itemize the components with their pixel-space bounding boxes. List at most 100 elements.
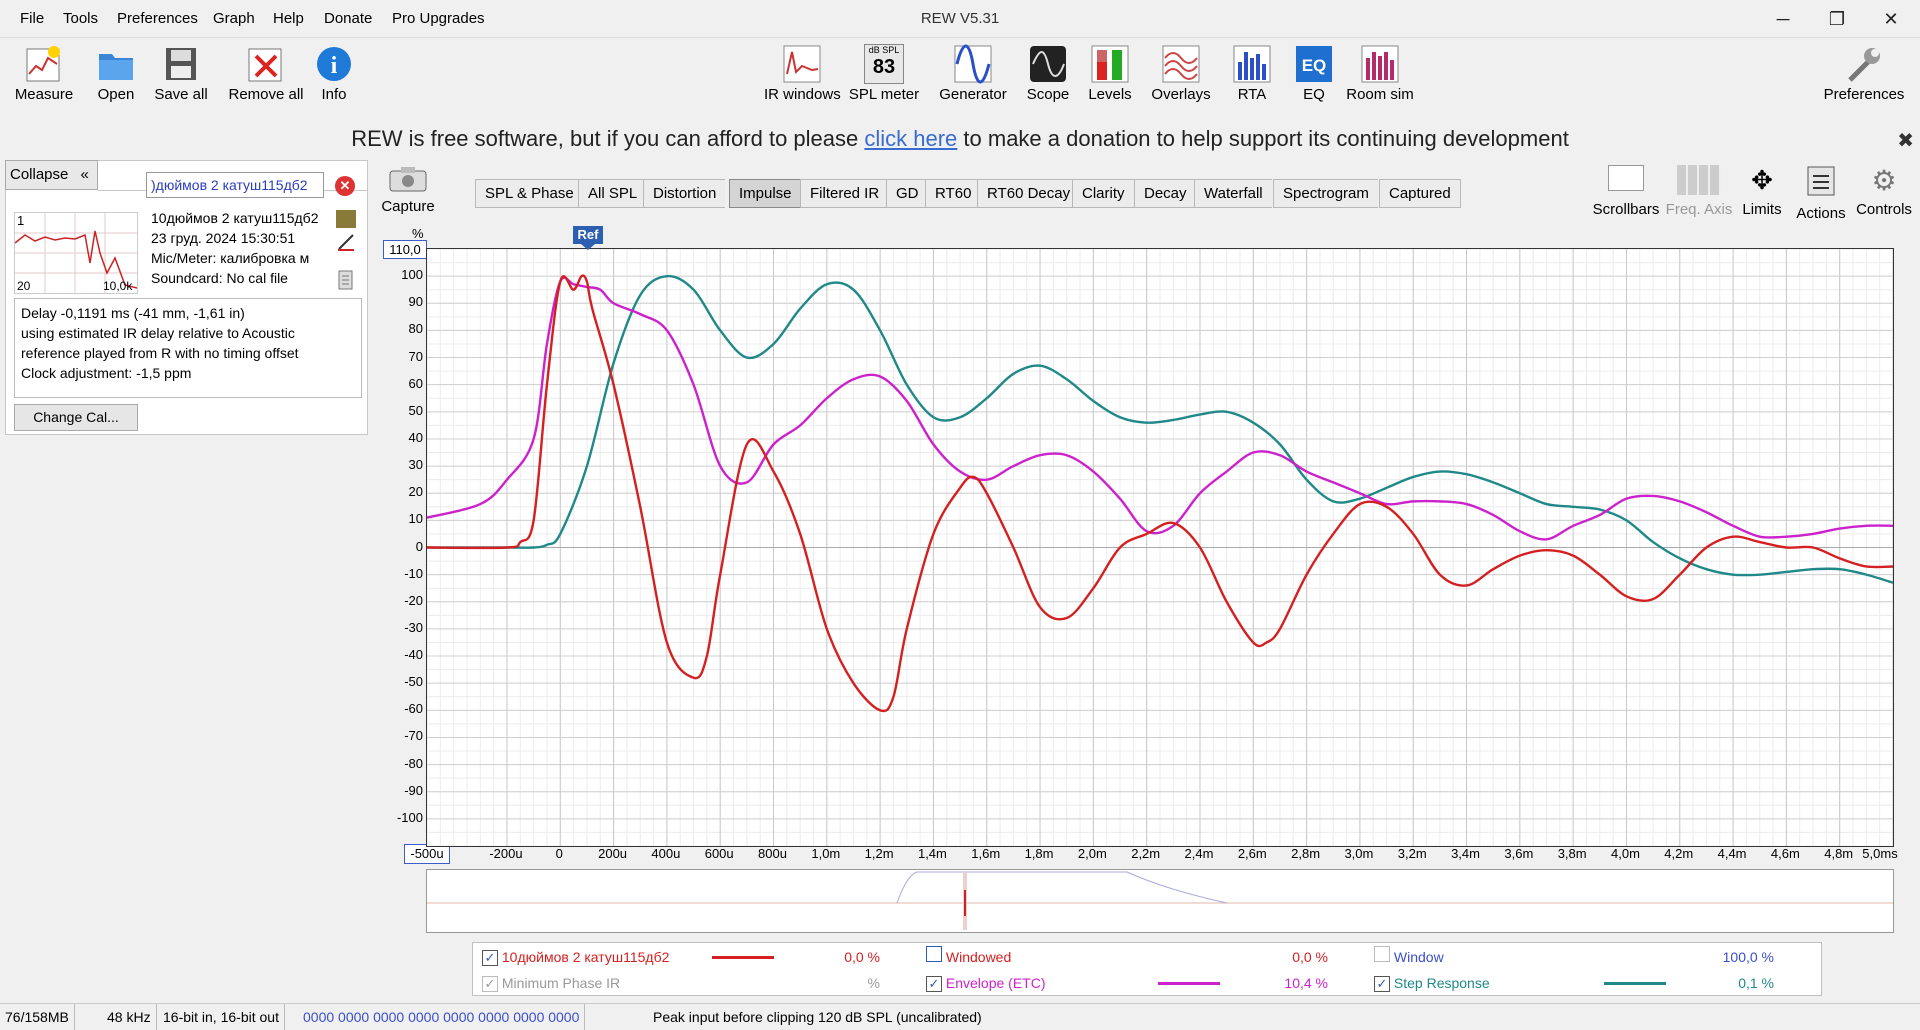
levels-button[interactable]: Levels [1086, 44, 1134, 114]
measurement-notes[interactable]: Delay -0,1191 ms (-41 mm, -1,61 in) usin… [14, 298, 362, 398]
tab-spectrogram[interactable]: Spectrogram [1273, 179, 1378, 208]
capture-label: Capture [381, 198, 435, 215]
tab-decay[interactable]: Decay [1134, 179, 1196, 208]
scope-icon [1030, 46, 1066, 82]
ref-marker[interactable]: Ref [573, 226, 603, 244]
impulse-plot-svg[interactable] [426, 248, 1894, 847]
close-window-icon[interactable]: ✕ [1868, 0, 1914, 38]
legend-minimum-phase-checkbox[interactable]: ✓ [482, 976, 498, 992]
color-palette-icon[interactable] [336, 210, 356, 228]
menu-pro-upgrades[interactable]: Pro Upgrades [392, 0, 485, 38]
info-button[interactable]: i Info [312, 44, 356, 114]
y-tick-label: 50 [408, 402, 423, 418]
tab-rt60[interactable]: RT60 [925, 179, 981, 208]
legend-measurement[interactable]: ✓ 10дюймов 2 катуш115дб2 [482, 946, 669, 968]
remove-measurement-icon[interactable]: ✕ [335, 176, 355, 196]
status-bar: 76/158MB 48 kHz 16-bit in, 16-bit out 00… [0, 1003, 1920, 1030]
legend-envelope-checkbox[interactable]: ✓ [926, 976, 942, 992]
tab-waterfall[interactable]: Waterfall [1194, 179, 1272, 208]
limits-button[interactable]: ✥ Limits [1738, 163, 1786, 218]
donation-link[interactable]: click here [864, 126, 957, 151]
levels-icon [1091, 45, 1129, 83]
generator-button[interactable]: Generator [936, 44, 1010, 114]
x-tick-label: 800u [758, 846, 787, 861]
thumbnail-max: 10,0k [103, 279, 133, 293]
y-tick-label: -70 [404, 728, 423, 744]
preferences-button[interactable]: Preferences [1822, 44, 1906, 114]
measurement-date: 23 груд. 2024 15:30:51 [151, 230, 296, 246]
tab-filtered-ir[interactable]: Filtered IR [800, 179, 889, 208]
spl-icon-unit: dB SPL [868, 45, 900, 55]
measurement-thumbnail[interactable]: 1 20 10,0k [14, 212, 138, 294]
legend-minimum-phase[interactable]: ✓ Minimum Phase IR [482, 972, 620, 994]
banner-close-icon[interactable]: ✖ [1897, 128, 1914, 153]
legend-minimum-phase-label: Minimum Phase IR [501, 975, 621, 991]
trace-legend [472, 942, 1822, 996]
limits-arrows-icon: ✥ [1751, 165, 1773, 195]
y-max-field[interactable]: 110,0 [383, 240, 427, 259]
menu-graph[interactable]: Graph [213, 0, 255, 38]
actions-button[interactable]: Actions [1792, 163, 1850, 222]
pen-icon[interactable] [336, 232, 356, 252]
tab-all-spl[interactable]: All SPL [578, 179, 647, 208]
legend-windowed[interactable]: Windowed [926, 946, 1011, 968]
legend-envelope-label: Envelope (ETC) [945, 975, 1046, 991]
overview-strip[interactable] [426, 869, 1894, 933]
scope-button[interactable]: Scope [1026, 44, 1070, 114]
folder-icon [99, 54, 133, 80]
tab-clarity[interactable]: Clarity [1072, 179, 1134, 208]
legend-windowed-checkbox[interactable] [926, 946, 942, 962]
x-tick-label: 1,6m [971, 846, 1001, 861]
note-line: Clock adjustment: -1,5 ppm [21, 365, 192, 381]
controls-label: Controls [1856, 201, 1912, 218]
ir-windows-label: IR windows [764, 86, 841, 103]
controls-button[interactable]: ⚙ Controls [1854, 163, 1914, 218]
status-memory[interactable]: 76/158MB [0, 1004, 75, 1030]
menu-preferences[interactable]: Preferences [117, 0, 198, 38]
open-button[interactable]: Open [88, 44, 144, 114]
thumbnail-min: 20 [17, 279, 31, 293]
room-sim-button[interactable]: Room sim [1344, 44, 1416, 114]
overview-svg [427, 871, 1893, 930]
x-tick-label: 4,2m [1664, 846, 1694, 861]
minimize-icon[interactable]: ─ [1760, 0, 1806, 38]
collapse-button[interactable]: Collapse « [5, 160, 98, 190]
save-all-label: Save all [154, 86, 208, 103]
impulse-plot[interactable] [426, 248, 1894, 847]
tab-gd[interactable]: GD [886, 179, 928, 208]
legend-window[interactable]: Window [1374, 946, 1444, 968]
menu-tools[interactable]: Tools [63, 0, 98, 38]
tab-distortion[interactable]: Distortion [643, 179, 726, 208]
legend-window-checkbox[interactable] [1374, 946, 1390, 962]
change-cal-button[interactable]: Change Cal... [14, 404, 138, 431]
note-line: reference played from R with no timing o… [21, 345, 299, 361]
rta-button[interactable]: RTA [1232, 44, 1272, 114]
legend-envelope[interactable]: ✓ Envelope (ETC) [926, 972, 1045, 994]
notes-icon[interactable] [336, 270, 356, 290]
legend-step-response[interactable]: ✓ Step Response [1374, 972, 1490, 994]
menu-file[interactable]: File [20, 0, 44, 38]
menu-donate[interactable]: Donate [324, 0, 372, 38]
tab-spl-phase[interactable]: SPL & Phase [475, 179, 583, 208]
menu-help[interactable]: Help [273, 0, 304, 38]
capture-button[interactable]: Capture [380, 164, 436, 215]
measurement-name-field[interactable]: )дюймов 2 катуш115дб2 [146, 172, 324, 198]
save-all-button[interactable]: Save all [152, 44, 210, 114]
tab-impulse[interactable]: Impulse [729, 179, 802, 208]
legend-step-response-checkbox[interactable]: ✓ [1374, 976, 1390, 992]
tab-captured[interactable]: Captured [1379, 179, 1461, 208]
tab-rt60-decay[interactable]: RT60 Decay [977, 179, 1080, 208]
y-tick-label: 80 [408, 321, 423, 337]
scrollbars-button[interactable]: Scrollbars [1592, 163, 1660, 218]
measure-button[interactable]: Measure [12, 44, 76, 114]
eq-button[interactable]: EQ EQ [1294, 44, 1334, 114]
overlays-button[interactable]: Overlays [1148, 44, 1214, 114]
restore-icon[interactable]: ❐ [1814, 0, 1860, 38]
spl-meter-icon: dB SPL 83 [864, 44, 904, 84]
measure-icon [26, 46, 60, 82]
legend-step-response-value: 0,1 % [1738, 975, 1774, 991]
remove-all-button[interactable]: Remove all [226, 44, 306, 114]
spl-meter-button[interactable]: dB SPL 83 SPL meter [848, 44, 920, 114]
legend-measurement-checkbox[interactable]: ✓ [482, 950, 498, 966]
ir-windows-button[interactable]: IR windows [764, 44, 841, 114]
